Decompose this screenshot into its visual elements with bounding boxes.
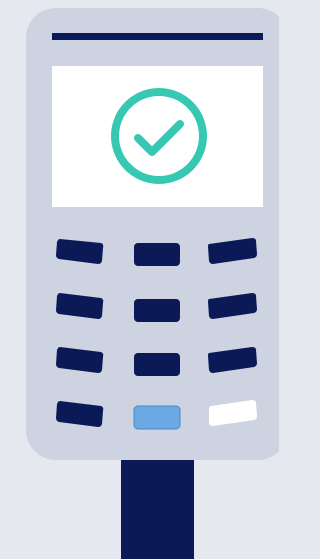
key-r4-c2 bbox=[133, 405, 181, 430]
terminal-stand bbox=[121, 450, 194, 559]
key-r2-c2 bbox=[134, 299, 180, 322]
top-stripe bbox=[52, 33, 263, 40]
terminal-svg bbox=[26, 8, 279, 559]
key-r3-c2 bbox=[134, 353, 180, 376]
terminal-screen bbox=[52, 66, 263, 207]
key-r1-c2 bbox=[134, 243, 180, 266]
payment-terminal-illustration bbox=[0, 0, 279, 559]
